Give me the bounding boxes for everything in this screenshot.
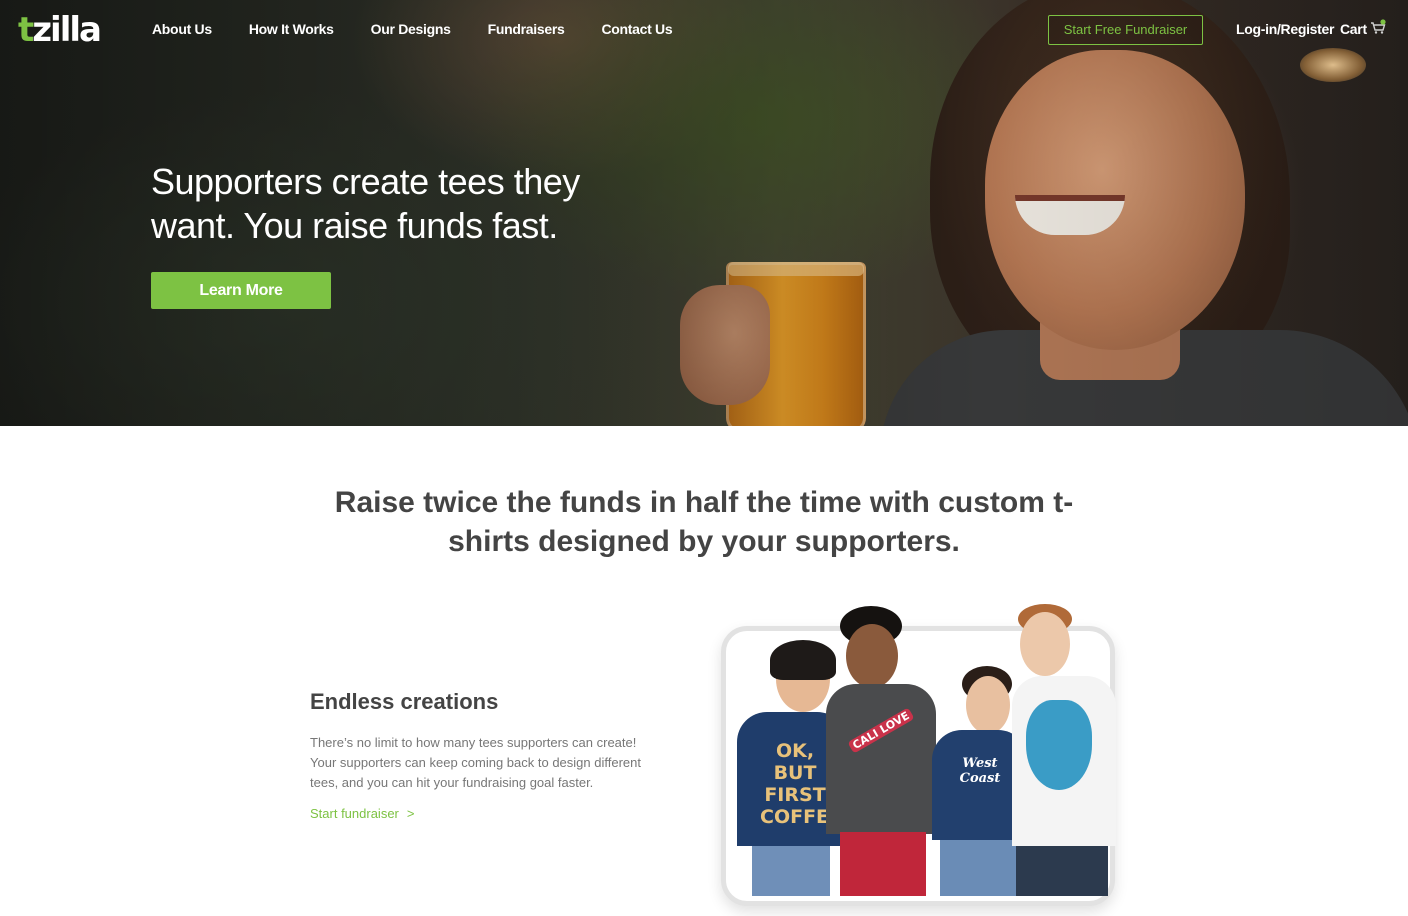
person-4-jeans — [1016, 846, 1108, 896]
person-3-jeans — [940, 840, 1016, 896]
cart-link[interactable]: Cart — [1340, 19, 1386, 37]
person-4-head — [1020, 612, 1070, 676]
logo-accent: t — [18, 10, 34, 50]
nav-fundraisers[interactable]: Fundraisers — [488, 21, 565, 37]
person-1-jeans — [752, 846, 830, 896]
top-navigation: t zilla About Us How It Works Our Designs… — [0, 0, 1408, 60]
person-3-head — [966, 676, 1010, 734]
shirt-print-west-coast: West Coast — [959, 756, 1001, 786]
nav-how-it-works[interactable]: How It Works — [249, 21, 334, 37]
start-free-fundraiser-button[interactable]: Start Free Fundraiser — [1048, 15, 1203, 45]
login-register-link[interactable]: Log-in/Register — [1236, 21, 1334, 37]
feature-description: There’s no limit to how many tees suppor… — [310, 735, 641, 790]
person-1-hair — [770, 640, 836, 680]
nav-links: About Us How It Works Our Designs Fundra… — [152, 21, 709, 37]
hero-title: Supporters create tees they want. You ra… — [151, 161, 580, 246]
feature-title: Endless creations — [310, 689, 499, 714]
nav-contact-us[interactable]: Contact Us — [601, 21, 672, 37]
start-fundraiser-label: Start fundraiser — [310, 806, 399, 821]
learn-more-button[interactable]: Learn More — [151, 272, 331, 309]
section-tagline: Raise twice the funds in half the time w… — [334, 486, 1074, 558]
person-2-pants — [840, 832, 926, 896]
start-fundraiser-link[interactable]: Start fundraiser > — [310, 806, 414, 821]
shirt-print-portrait — [1026, 700, 1092, 790]
chevron-right-icon: > — [406, 806, 415, 821]
logo-text: zilla — [32, 10, 102, 50]
tzilla-logo[interactable]: t zilla — [18, 10, 102, 50]
cart-icon — [1370, 19, 1386, 34]
person-2-shirt — [826, 684, 936, 834]
shirt-print-coffee: OK, BUT FIRST COFFEE — [760, 740, 843, 828]
nav-our-designs[interactable]: Our Designs — [371, 21, 451, 37]
cart-label: Cart — [1340, 21, 1367, 37]
hero-banner: Supporters create tees they want. You ra… — [0, 0, 1408, 426]
nav-about-us[interactable]: About Us — [152, 21, 212, 37]
person-2-head — [846, 624, 898, 688]
